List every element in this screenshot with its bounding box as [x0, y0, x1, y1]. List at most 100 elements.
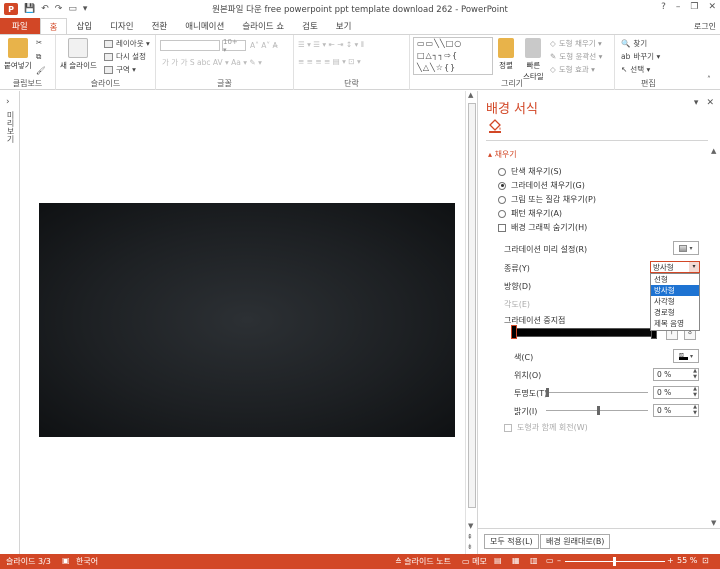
radio-gradient-fill[interactable]: 그라데이션 채우기(G) — [498, 180, 585, 191]
arrange-button[interactable]: 정렬 — [498, 38, 514, 71]
reset-background-button[interactable]: 배경 원래대로(B) — [540, 534, 611, 549]
list-icons[interactable]: ☰ ▾ ☰ ▾ ⇤ ⇥ ↕ ▾ ⫴ — [298, 40, 364, 50]
radio-gradient-fill-button[interactable] — [498, 181, 506, 190]
slide-sorter-icon[interactable]: ▦ — [512, 556, 520, 565]
login-link[interactable]: 로그인 — [694, 21, 716, 32]
slider-handle[interactable] — [597, 406, 600, 415]
scrollbar-thumb[interactable] — [468, 103, 476, 508]
pane-scrollbar[interactable]: ▲ ▼ — [710, 147, 720, 527]
help-button[interactable]: ? — [661, 2, 666, 12]
scroll-down-icon[interactable]: ▼ — [711, 519, 716, 527]
pane-options-icon[interactable]: ▾ — [694, 98, 699, 108]
scroll-up-icon[interactable]: ▲ — [468, 91, 473, 99]
scroll-down-icon[interactable]: ▼ — [468, 522, 473, 530]
customize-qat-icon[interactable]: ▾ — [83, 4, 88, 14]
select-button[interactable]: ↖ 선택 ▾ — [621, 64, 650, 75]
zoom-level[interactable]: 55 % — [677, 556, 697, 565]
section-button[interactable]: 구역 ▾ — [104, 64, 136, 75]
tab-transitions[interactable]: 전환 — [143, 18, 177, 34]
slide-vertical-scrollbar[interactable]: ▲ ▼ ⇞ ⇟ — [465, 91, 477, 554]
shape-outline-button[interactable]: ✎ 도형 윤곽선 ▾ — [550, 51, 602, 62]
tab-file[interactable]: 파일 — [0, 18, 40, 34]
spinner-arrows-icon[interactable]: ▲ ▼ — [693, 404, 697, 416]
replace-button[interactable]: ab 바꾸기 ▾ — [621, 51, 660, 62]
tab-home[interactable]: 홈 — [39, 18, 68, 34]
scroll-up-icon[interactable]: ▲ — [711, 147, 716, 155]
type-option-shade-from-title[interactable]: 제목 음영 — [651, 318, 699, 329]
pane-close-icon[interactable]: ✕ — [706, 98, 714, 108]
comments-button[interactable]: ▭ 메모 — [462, 556, 487, 567]
slideshow-view-icon[interactable]: ▭ — [546, 556, 554, 565]
color-picker-button[interactable]: ⛾ ▾ — [673, 349, 699, 363]
transparency-slider[interactable] — [546, 388, 648, 397]
brightness-spinner[interactable]: 0 % ▲ ▼ — [653, 404, 699, 417]
fit-slide-icon[interactable]: ⊡ — [702, 556, 709, 565]
tab-review[interactable]: 검토 — [293, 18, 327, 34]
rotate-with-shape-checkbox[interactable] — [504, 423, 512, 432]
fill-section-header[interactable]: ▴ 채우기 — [488, 149, 517, 160]
radio-pattern-fill-button[interactable] — [498, 209, 506, 218]
radio-solid-fill-button[interactable] — [498, 167, 506, 176]
zoom-in-icon[interactable]: + — [667, 556, 674, 565]
hide-background-checkbox[interactable] — [498, 223, 506, 232]
radio-picture-fill-button[interactable] — [498, 195, 506, 204]
font-size-combo[interactable]: 10+ ▾ — [222, 38, 246, 54]
find-button[interactable]: 🔍 찾기 — [621, 38, 647, 49]
quick-styles-button[interactable]: 빠른 스타일 — [523, 38, 544, 82]
expand-thumbnails-icon[interactable]: › — [6, 97, 10, 107]
tab-design[interactable]: 디자인 — [101, 18, 142, 34]
position-spinner[interactable]: 0 % ▲ ▼ — [653, 368, 699, 381]
notes-button[interactable]: ≙ 슬라이드 노트 — [395, 556, 451, 567]
align-icons[interactable]: ≡ ≡ ≡ ≡ ▤ ▾ ⊡ ▾ — [298, 57, 361, 66]
cut-icon[interactable]: ✂ — [36, 38, 42, 47]
chevron-down-icon[interactable]: ▾ — [689, 262, 699, 272]
copy-icon[interactable]: ⧉ — [36, 52, 41, 62]
shape-fill-button[interactable]: ◇ 도형 채우기 ▾ — [550, 38, 602, 49]
save-icon[interactable]: 💾 — [24, 4, 35, 14]
hide-background-graphics[interactable]: 배경 그래픽 숨기기(H) — [498, 222, 587, 233]
slide-canvas[interactable] — [39, 203, 455, 437]
layout-button[interactable]: 레이아웃 ▾ — [104, 38, 150, 49]
brightness-slider[interactable] — [546, 406, 648, 415]
tab-view[interactable]: 보기 — [327, 18, 361, 34]
gradient-stops-bar[interactable] — [514, 328, 654, 337]
paint-bucket-icon[interactable] — [488, 119, 502, 133]
apply-to-all-button[interactable]: 모두 적용(L) — [484, 534, 539, 549]
shapes-gallery[interactable]: ▭▭╲╲□○ □△┐┐⇨{ ╲△╲☆{} — [413, 37, 493, 75]
reading-view-icon[interactable]: ▥ — [530, 556, 538, 565]
font-grow-icon[interactable]: A˄ A˅ A̶ — [250, 41, 278, 50]
rotate-with-shape[interactable]: 도형과 함께 회전(W) — [504, 422, 588, 433]
slide-editing-area[interactable] — [21, 91, 465, 554]
transparency-spinner[interactable]: 0 % ▲ ▼ — [653, 386, 699, 399]
language-indicator-icon[interactable]: ▣ — [62, 556, 70, 565]
radio-solid-fill[interactable]: 단색 채우기(S) — [498, 166, 562, 177]
previous-slide-icon[interactable]: ⇞ — [467, 533, 473, 541]
normal-view-icon[interactable]: ▤ — [494, 556, 502, 565]
language-indicator[interactable]: 한국어 — [76, 556, 98, 567]
slider-handle[interactable] — [546, 388, 549, 397]
type-option-linear[interactable]: 선형 — [651, 274, 699, 285]
undo-icon[interactable]: ↶ — [41, 4, 49, 14]
zoom-slider-handle[interactable] — [613, 557, 616, 566]
spinner-arrows-icon[interactable]: ▲ ▼ — [693, 386, 697, 398]
start-slideshow-icon[interactable]: ▭ — [68, 4, 77, 14]
radio-picture-fill[interactable]: 그림 또는 질감 채우기(P) — [498, 194, 596, 205]
format-painter-icon[interactable]: 🖌 — [36, 66, 46, 75]
redo-icon[interactable]: ↷ — [55, 4, 63, 14]
zoom-out-icon[interactable]: – — [557, 556, 561, 565]
restore-button[interactable]: ❐ — [690, 2, 698, 12]
radio-pattern-fill[interactable]: 패턴 채우기(A) — [498, 208, 562, 219]
tab-insert[interactable]: 삽입 — [67, 18, 101, 34]
type-option-path[interactable]: 경로형 — [651, 307, 699, 318]
preset-gradients-button[interactable]: ▾ — [673, 241, 699, 255]
type-option-radial[interactable]: 방사형 — [651, 285, 699, 296]
close-button[interactable]: ✕ — [708, 2, 716, 12]
paste-button[interactable]: 붙여넣기 — [4, 38, 32, 71]
tab-animations[interactable]: 애니메이션 — [176, 18, 233, 34]
reset-button[interactable]: 다시 설정 — [104, 51, 146, 62]
shape-effects-button[interactable]: ◇ 도형 효과 ▾ — [550, 64, 595, 75]
gradient-stop-handle[interactable] — [511, 325, 517, 339]
spinner-arrows-icon[interactable]: ▲ ▼ — [693, 368, 697, 380]
type-option-rectangular[interactable]: 사각형 — [651, 296, 699, 307]
new-slide-button[interactable]: 새 슬라이드 — [60, 38, 97, 71]
